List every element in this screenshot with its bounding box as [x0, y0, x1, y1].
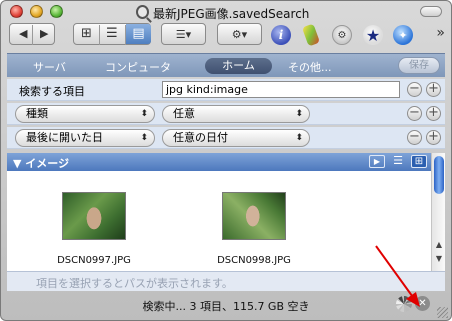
arrange-icon: ☰▾	[175, 27, 192, 41]
pencil-app-icon[interactable]	[301, 23, 321, 47]
scroll-down-arrow[interactable]: ▼	[433, 253, 445, 265]
scope-servers[interactable]: サーバ	[33, 59, 66, 75]
star-app-icon[interactable]: ★	[363, 25, 383, 45]
attribute-popup[interactable]: 種類	[15, 105, 155, 123]
search-term-label: 検索する項目	[19, 85, 85, 98]
value-popup[interactable]: 任意	[162, 105, 310, 123]
path-bar: 項目を選択するとパスが表示されます。	[7, 271, 445, 291]
saved-search-icon	[136, 5, 149, 19]
column-view-icon: ▤	[132, 26, 145, 41]
path-hint-text: 項目を選択するとパスが表示されます。	[36, 277, 233, 290]
add-criterion-button[interactable]: +	[426, 82, 441, 97]
image-thumbnail[interactable]	[222, 192, 286, 240]
criteria-row-last-opened: 最後に開いた日 任意の日付 − +	[7, 127, 445, 149]
list-view-icon[interactable]: ☰	[390, 155, 406, 168]
icon-view-button[interactable]: ⊞	[81, 26, 92, 41]
column-view-button[interactable]: ▤	[126, 24, 151, 44]
file-name[interactable]: DSCN0998.JPG	[199, 255, 309, 266]
gear-icon: ⚙▾	[231, 27, 248, 41]
vertical-scrollbar[interactable]: ▲ ▼	[431, 153, 445, 271]
info-icon: i	[278, 28, 284, 42]
view-mode-control: ⊞ ☰ ▤	[73, 23, 151, 45]
value-popup[interactable]: 任意の日付	[162, 129, 310, 147]
finder-window: 最新JPEG画像.savedSearch ◀ ▶ ⊞ ☰ ▤ ☰▾ ⚙▾ i ⚙…	[0, 0, 452, 321]
toolbar: ◀ ▶ ⊞ ☰ ▤ ☰▾ ⚙▾ i ⚙ ★ ✦ »	[1, 23, 451, 51]
scope-home[interactable]: ホーム	[205, 58, 272, 74]
group-title: ▼ イメージ	[13, 157, 70, 170]
window-title: 最新JPEG画像.savedSearch	[153, 7, 310, 21]
image-thumbnail[interactable]	[62, 192, 126, 240]
resize-grip-icon[interactable]	[437, 307, 448, 318]
close-window-button[interactable]	[10, 5, 23, 18]
scroll-thumb[interactable]	[434, 156, 444, 194]
criteria-row-kind: 種類 任意 − +	[7, 103, 445, 125]
add-criterion-button[interactable]: +	[426, 106, 441, 121]
search-term-field[interactable]: jpg kind:image	[162, 81, 400, 98]
progress-spinner-icon	[396, 296, 412, 312]
title-bar: 最新JPEG画像.savedSearch	[1, 1, 451, 23]
toolbar-overflow-button[interactable]: »	[436, 25, 445, 41]
back-button[interactable]: ◀	[19, 27, 27, 40]
icon-view-icon[interactable]: ⊞	[411, 155, 427, 168]
add-criterion-button[interactable]: +	[426, 130, 441, 145]
system-prefs-icon[interactable]: ⚙	[332, 25, 352, 45]
status-bar: 検索中... 3 項目、115.7 GB 空き ✕	[1, 293, 451, 320]
segment-divider	[99, 25, 100, 45]
results-group-header[interactable]: ▼ イメージ ▶ ☰ ⊞	[7, 153, 431, 171]
remove-criterion-button[interactable]: −	[407, 82, 422, 97]
action-button[interactable]: ⚙▾	[217, 23, 262, 45]
segment-divider	[32, 25, 33, 45]
scope-other[interactable]: その他...	[288, 59, 332, 75]
forward-button[interactable]: ▶	[40, 27, 48, 40]
criteria-row-search-term: 検索する項目 jpg kind:image − +	[7, 79, 445, 101]
save-search-button[interactable]: 保存	[398, 57, 440, 74]
arrange-button[interactable]: ☰▾	[161, 23, 206, 45]
stop-search-button[interactable]: ✕	[415, 296, 430, 311]
attribute-popup[interactable]: 最後に開いた日	[15, 129, 155, 147]
remove-criterion-button[interactable]: −	[407, 106, 422, 121]
scope-computer[interactable]: コンピュータ	[105, 59, 171, 75]
status-text: 検索中... 3 項目、115.7 GB 空き	[142, 300, 310, 313]
slideshow-play-button[interactable]: ▶	[369, 155, 385, 168]
file-name[interactable]: DSCN0997.JPG	[39, 255, 149, 266]
safari-compass-icon[interactable]: ✦	[393, 25, 413, 45]
toolbar-toggle-button[interactable]	[420, 6, 442, 17]
get-info-button[interactable]: i	[271, 25, 291, 45]
zoom-window-button[interactable]	[50, 5, 63, 18]
scroll-up-arrow[interactable]: ▲	[433, 239, 445, 251]
list-view-button[interactable]: ☰	[106, 26, 118, 41]
back-forward-control: ◀ ▶	[9, 23, 55, 45]
search-scope-bar: サーバ コンピュータ ホーム その他... 保存	[7, 53, 445, 77]
remove-criterion-button[interactable]: −	[407, 130, 422, 145]
minimize-window-button[interactable]	[30, 5, 43, 18]
search-results: DSCN0997.JPG DSCN0998.JPG	[7, 171, 431, 271]
